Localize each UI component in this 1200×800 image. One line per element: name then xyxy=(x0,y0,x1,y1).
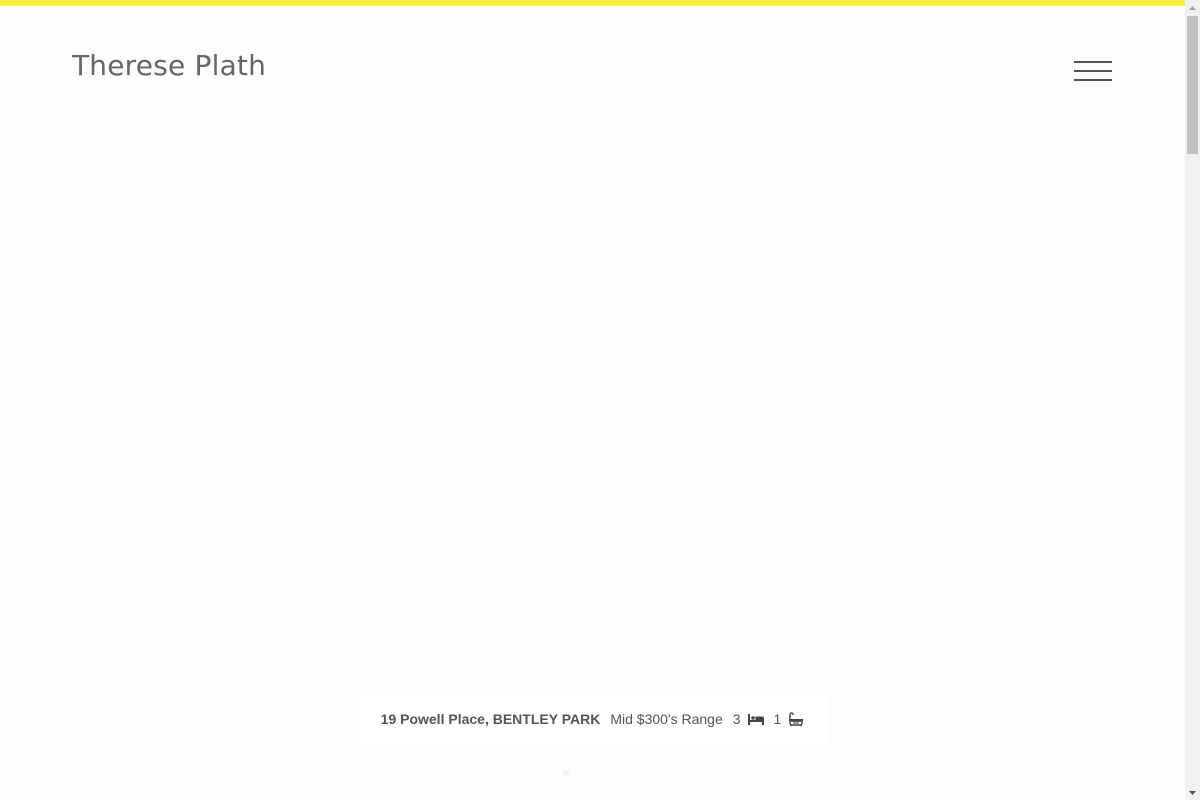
hamburger-menu-icon[interactable] xyxy=(1072,60,1112,88)
menu-line xyxy=(1074,79,1112,81)
menu-line xyxy=(1074,70,1112,72)
hero-section xyxy=(0,6,1185,800)
scroll-up-icon[interactable] xyxy=(1185,0,1200,15)
listing-card[interactable]: 19 Powell Place, BENTLEY PARK Mid $300's… xyxy=(358,694,828,744)
slider-indicator[interactable] xyxy=(563,770,569,776)
menu-line xyxy=(1074,61,1112,63)
vertical-scrollbar[interactable] xyxy=(1185,0,1200,800)
site-title[interactable]: Therese Plath xyxy=(72,48,266,84)
listing-price: Mid $300's Range xyxy=(610,711,723,727)
bedroom-count: 3 xyxy=(732,711,741,727)
scroll-down-icon[interactable] xyxy=(1185,785,1200,800)
scrollbar-thumb[interactable] xyxy=(1187,16,1198,154)
bathroom-count: 1 xyxy=(773,711,782,727)
bath-icon xyxy=(787,711,805,727)
page: Therese Plath 19 Powell Place, BENTLEY P… xyxy=(0,0,1200,800)
listing-address: 19 Powell Place, BENTLEY PARK xyxy=(380,711,601,727)
bed-icon xyxy=(747,711,765,727)
